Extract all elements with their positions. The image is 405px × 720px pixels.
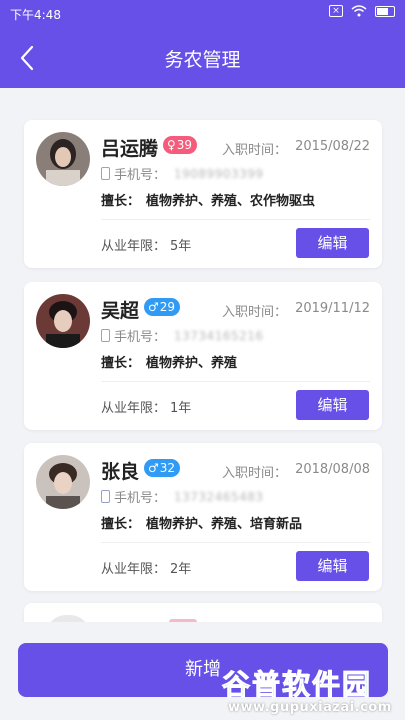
worker-name: 张良: [101, 461, 140, 483]
years-value: 1年: [170, 401, 192, 416]
hire-date: 入职时间： 2018/08/08: [222, 462, 370, 481]
divider: [101, 381, 370, 382]
years-label: 从业年限：: [101, 401, 167, 416]
nav-bar: 务农管理: [0, 28, 405, 88]
hire-date: 入职时间： 2015/08/22: [222, 139, 370, 158]
years-row: 从业年限： 5年: [101, 235, 191, 254]
years-value: 2年: [170, 562, 192, 577]
years-label: 从业年限：: [101, 239, 167, 254]
years-label: 从业年限：: [101, 562, 167, 577]
page-title: 务农管理: [164, 49, 241, 71]
male-icon: ♂: [148, 461, 159, 475]
add-button[interactable]: 新增: [18, 643, 388, 697]
status-icons: ×: [329, 5, 395, 17]
skill-value: 植物养护、养殖、农作物驱虫: [146, 194, 316, 209]
phone-row: 手机号： 13732465483: [101, 487, 264, 506]
phone-label: 手机号：: [114, 330, 167, 345]
worker-card: 张良 ♂ 32 入职时间： 2018/08/08 手机号： 1373246548…: [24, 443, 382, 591]
female-icon: ♀: [167, 138, 176, 152]
phone-number: 13732465483: [174, 489, 264, 504]
worker-card: 吴超 ♂ 29 入职时间： 2019/11/12 手机号： 1373416521…: [24, 282, 382, 430]
avatar: [36, 455, 90, 509]
age: 29: [159, 300, 176, 314]
phone-icon: [101, 329, 110, 342]
skill-row: 擅长： 植物养护、养殖、培育新品: [101, 513, 302, 532]
hire-date-value: 2018/08/08: [295, 462, 370, 477]
phone-row: 手机号： 13734165216: [101, 326, 264, 345]
gender-age-badge: ♂ 32: [144, 459, 181, 477]
sim-x-icon: ×: [329, 5, 343, 17]
skill-label: 擅长：: [101, 517, 141, 532]
edit-button[interactable]: 编辑: [296, 390, 369, 420]
skill-label: 擅长：: [101, 356, 141, 371]
skill-row: 擅长： 植物养护、养殖、农作物驱虫: [101, 190, 315, 209]
worker-name: 吴超: [101, 300, 140, 322]
avatar: [36, 132, 90, 186]
hire-date-label: 入职时间：: [222, 305, 288, 320]
phone-number: 13734165216: [174, 328, 264, 343]
edit-button[interactable]: 编辑: [296, 228, 369, 258]
status-bar: 下午4:48 ×: [0, 0, 405, 28]
bottom-bar: 新增: [0, 622, 405, 720]
phone-icon: [101, 490, 110, 503]
worker-card: 吕运腾 ♀ 39 入职时间： 2015/08/22 手机号： 190899033…: [24, 120, 382, 268]
divider: [101, 542, 370, 543]
phone-number: 19089903399: [174, 166, 264, 181]
hire-date-label: 入职时间：: [222, 143, 288, 158]
age: 39: [176, 138, 193, 152]
hire-date: 入职时间： 2019/11/12: [222, 301, 370, 320]
phone-row: 手机号： 19089903399: [101, 164, 264, 183]
battery-icon: [375, 5, 395, 17]
hire-date-value: 2015/08/22: [295, 139, 370, 154]
gender-age-badge: ♂ 29: [144, 298, 181, 316]
skill-label: 擅长：: [101, 194, 141, 209]
status-time: 下午4:48: [10, 8, 61, 22]
years-row: 从业年限： 2年: [101, 558, 191, 577]
worker-name: 吕运腾: [101, 138, 159, 160]
phone-label: 手机号：: [114, 168, 167, 183]
skill-row: 擅长： 植物养护、养殖: [101, 352, 237, 371]
phone-icon: [101, 167, 110, 180]
hire-date-value: 2019/11/12: [295, 301, 370, 316]
years-row: 从业年限： 1年: [101, 397, 191, 416]
years-value: 5年: [170, 239, 192, 254]
age: 32: [159, 461, 176, 475]
divider: [101, 219, 370, 220]
avatar: [36, 294, 90, 348]
edit-button[interactable]: 编辑: [296, 551, 369, 581]
wifi-icon: [351, 5, 367, 17]
skill-value: 植物养护、养殖: [146, 356, 238, 371]
male-icon: ♂: [148, 300, 159, 314]
skill-value: 植物养护、养殖、培育新品: [146, 517, 303, 532]
phone-label: 手机号：: [114, 491, 167, 506]
hire-date-label: 入职时间：: [222, 466, 288, 481]
gender-age-badge: ♀ 39: [163, 136, 198, 154]
